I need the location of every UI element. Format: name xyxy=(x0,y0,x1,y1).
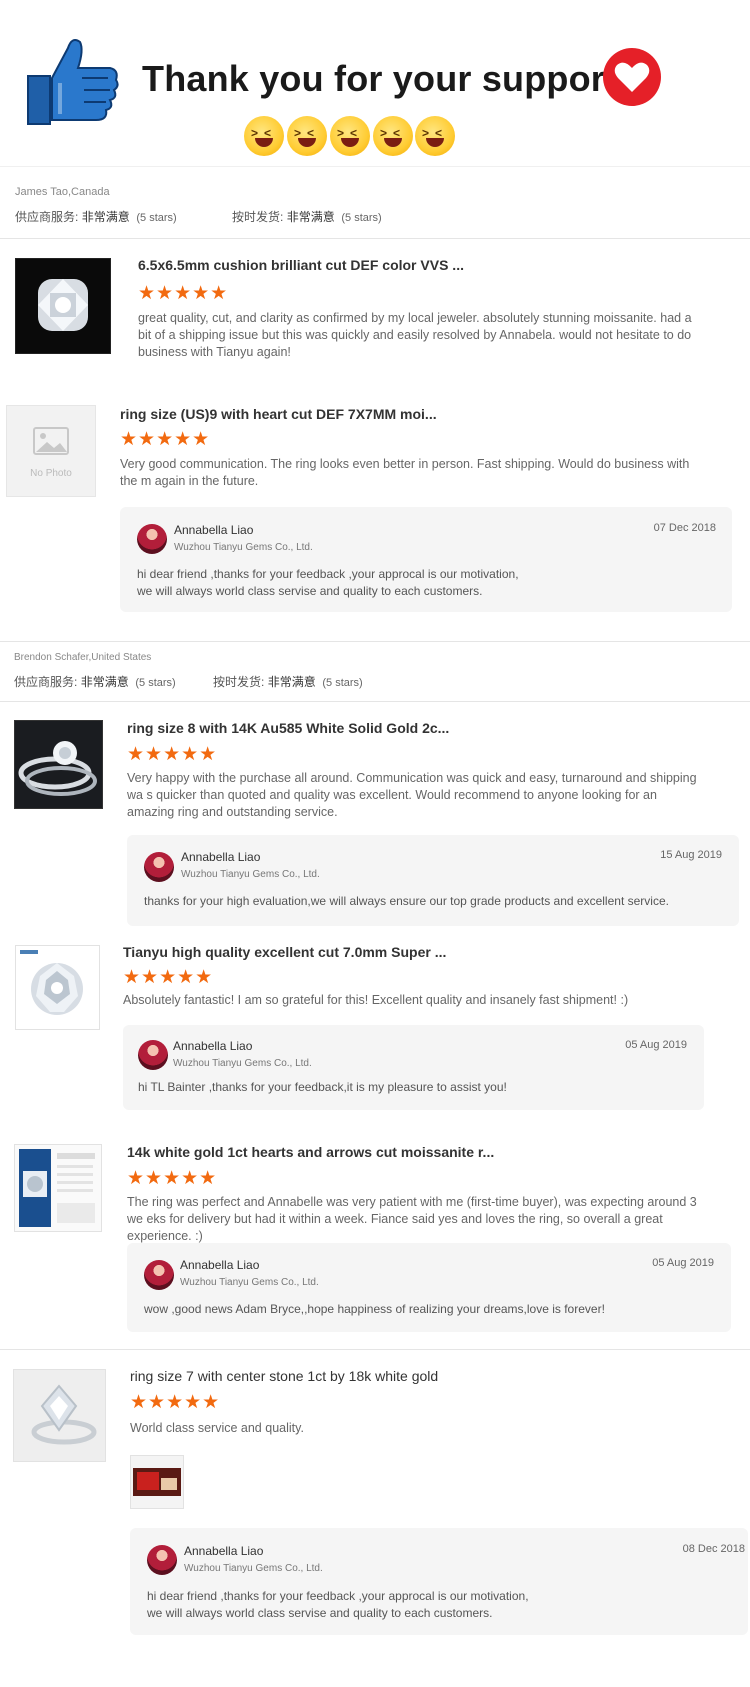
review-photo-thumbnail[interactable] xyxy=(130,1455,184,1509)
reply-text: thanks for your high evaluation,we will … xyxy=(144,894,669,908)
review-text: Absolutely fantastic! I am so grateful f… xyxy=(123,993,629,1007)
seller-reply: Annabella Liao Wuzhou Tianyu Gems Co., L… xyxy=(127,835,739,926)
star-rating: ★★★★★ xyxy=(127,1168,218,1189)
no-photo-placeholder: No Photo xyxy=(6,405,96,497)
reply-company: Wuzhou Tianyu Gems Co., Ltd. xyxy=(184,1563,323,1574)
buyer-name: James Tao,Canada xyxy=(15,186,110,198)
thumbs-up-icon xyxy=(22,28,122,128)
buyer-name: Brendon Schafer,United States xyxy=(14,652,152,663)
heart-icon xyxy=(602,47,662,107)
laughing-emoji-icon: >< xyxy=(287,116,327,156)
seller-reply: Annabella Liao Wuzhou Tianyu Gems Co., L… xyxy=(130,1528,748,1635)
product-title[interactable]: ring size (US)9 with heart cut DEF 7X7MM… xyxy=(120,406,437,422)
laughing-emoji-icon: >< xyxy=(415,116,455,156)
product-title[interactable]: ring size 8 with 14K Au585 White Solid G… xyxy=(127,720,449,736)
reply-text: hi TL Bainter ,thanks for your feedback,… xyxy=(138,1080,507,1094)
rating-stars-text: (5 stars) xyxy=(136,212,177,224)
avatar xyxy=(144,1260,174,1290)
rating-label: 供应商服务: xyxy=(14,675,78,689)
review-text: Very happy with the purchase all around.… xyxy=(127,771,697,819)
reply-date: 08 Dec 2018 xyxy=(682,1543,745,1555)
product-thumbnail[interactable] xyxy=(15,258,111,354)
divider xyxy=(0,641,750,642)
reply-author: Annabella Liao xyxy=(181,850,261,864)
star-rating: ★★★★★ xyxy=(138,283,229,304)
image-placeholder-icon xyxy=(33,427,69,455)
laughing-emoji-icon: >< xyxy=(373,116,413,156)
reply-text: wow ,good news Adam Bryce,,hope happines… xyxy=(144,1302,605,1316)
rating-stars-text: (5 stars) xyxy=(322,677,363,689)
reply-text: hi dear friend ,thanks for your feedback… xyxy=(147,1589,529,1620)
product-title[interactable]: ring size 7 with center stone 1ct by 18k… xyxy=(130,1368,438,1384)
avatar xyxy=(144,852,174,882)
rating-label: 按时发货: xyxy=(232,210,284,224)
product-thumbnail[interactable] xyxy=(14,720,103,809)
reply-company: Wuzhou Tianyu Gems Co., Ltd. xyxy=(181,869,320,880)
divider xyxy=(0,166,750,167)
product-title[interactable]: 14k white gold 1ct hearts and arrows cut… xyxy=(127,1144,494,1160)
reply-author: Annabella Liao xyxy=(174,523,254,537)
reply-company: Wuzhou Tianyu Gems Co., Ltd. xyxy=(174,542,313,553)
reply-text: hi dear friend ,thanks for your feedback… xyxy=(137,567,519,598)
seller-reply: Annabella Liao Wuzhou Tianyu Gems Co., L… xyxy=(120,507,732,612)
rating-stars-text: (5 stars) xyxy=(135,677,176,689)
avatar xyxy=(137,524,167,554)
rating-value: 非常满意 xyxy=(286,210,335,224)
reply-date: 15 Aug 2019 xyxy=(660,849,722,861)
rating-label: 供应商服务: xyxy=(15,210,79,224)
laughing-emoji-icon: >< xyxy=(330,116,370,156)
on-time-shipping-rating: 按时发货: 非常满意 (5 stars) xyxy=(213,673,363,690)
reply-date: 07 Dec 2018 xyxy=(653,522,716,534)
divider xyxy=(0,238,750,239)
reply-company: Wuzhou Tianyu Gems Co., Ltd. xyxy=(173,1058,312,1069)
rating-value: 非常满意 xyxy=(80,675,129,689)
rating-value: 非常满意 xyxy=(81,210,130,224)
reply-author: Annabella Liao xyxy=(184,1544,264,1558)
rating-value: 非常满意 xyxy=(267,675,316,689)
rating-stars-text: (5 stars) xyxy=(341,212,382,224)
no-photo-label: No Photo xyxy=(30,468,72,479)
star-rating: ★★★★★ xyxy=(123,967,214,988)
reply-author: Annabella Liao xyxy=(180,1258,260,1272)
supplier-service-rating: 供应商服务: 非常满意 (5 stars) xyxy=(15,208,177,225)
divider xyxy=(0,701,750,702)
avatar xyxy=(147,1545,177,1575)
reply-date: 05 Aug 2019 xyxy=(652,1257,714,1269)
reply-company: Wuzhou Tianyu Gems Co., Ltd. xyxy=(180,1277,319,1288)
reply-author: Annabella Liao xyxy=(173,1039,253,1053)
star-rating: ★★★★★ xyxy=(130,1392,221,1413)
seller-reply: Annabella Liao Wuzhou Tianyu Gems Co., L… xyxy=(123,1025,704,1110)
star-rating: ★★★★★ xyxy=(120,429,211,450)
star-rating: ★★★★★ xyxy=(127,744,218,765)
page-title: Thank you for your support. xyxy=(142,58,628,99)
product-thumbnail[interactable] xyxy=(14,1144,102,1232)
seller-reply: Annabella Liao Wuzhou Tianyu Gems Co., L… xyxy=(127,1243,731,1332)
on-time-shipping-rating: 按时发货: 非常满意 (5 stars) xyxy=(232,208,382,225)
supplier-service-rating: 供应商服务: 非常满意 (5 stars) xyxy=(14,673,176,690)
avatar xyxy=(138,1040,168,1070)
review-text: great quality, cut, and clarity as confi… xyxy=(138,311,692,359)
product-title[interactable]: Tianyu high quality excellent cut 7.0mm … xyxy=(123,944,446,960)
product-thumbnail[interactable] xyxy=(15,945,100,1030)
reply-date: 05 Aug 2019 xyxy=(625,1039,687,1051)
product-title[interactable]: 6.5x6.5mm cushion brilliant cut DEF colo… xyxy=(138,257,464,273)
product-thumbnail[interactable] xyxy=(13,1369,106,1462)
divider xyxy=(0,1349,750,1350)
rating-label: 按时发货: xyxy=(213,675,265,689)
review-text: World class service and quality. xyxy=(130,1421,304,1435)
review-text: The ring was perfect and Annabelle was v… xyxy=(127,1195,697,1243)
review-text: Very good communication. The ring looks … xyxy=(120,457,690,488)
laughing-emoji-icon: >< xyxy=(244,116,284,156)
